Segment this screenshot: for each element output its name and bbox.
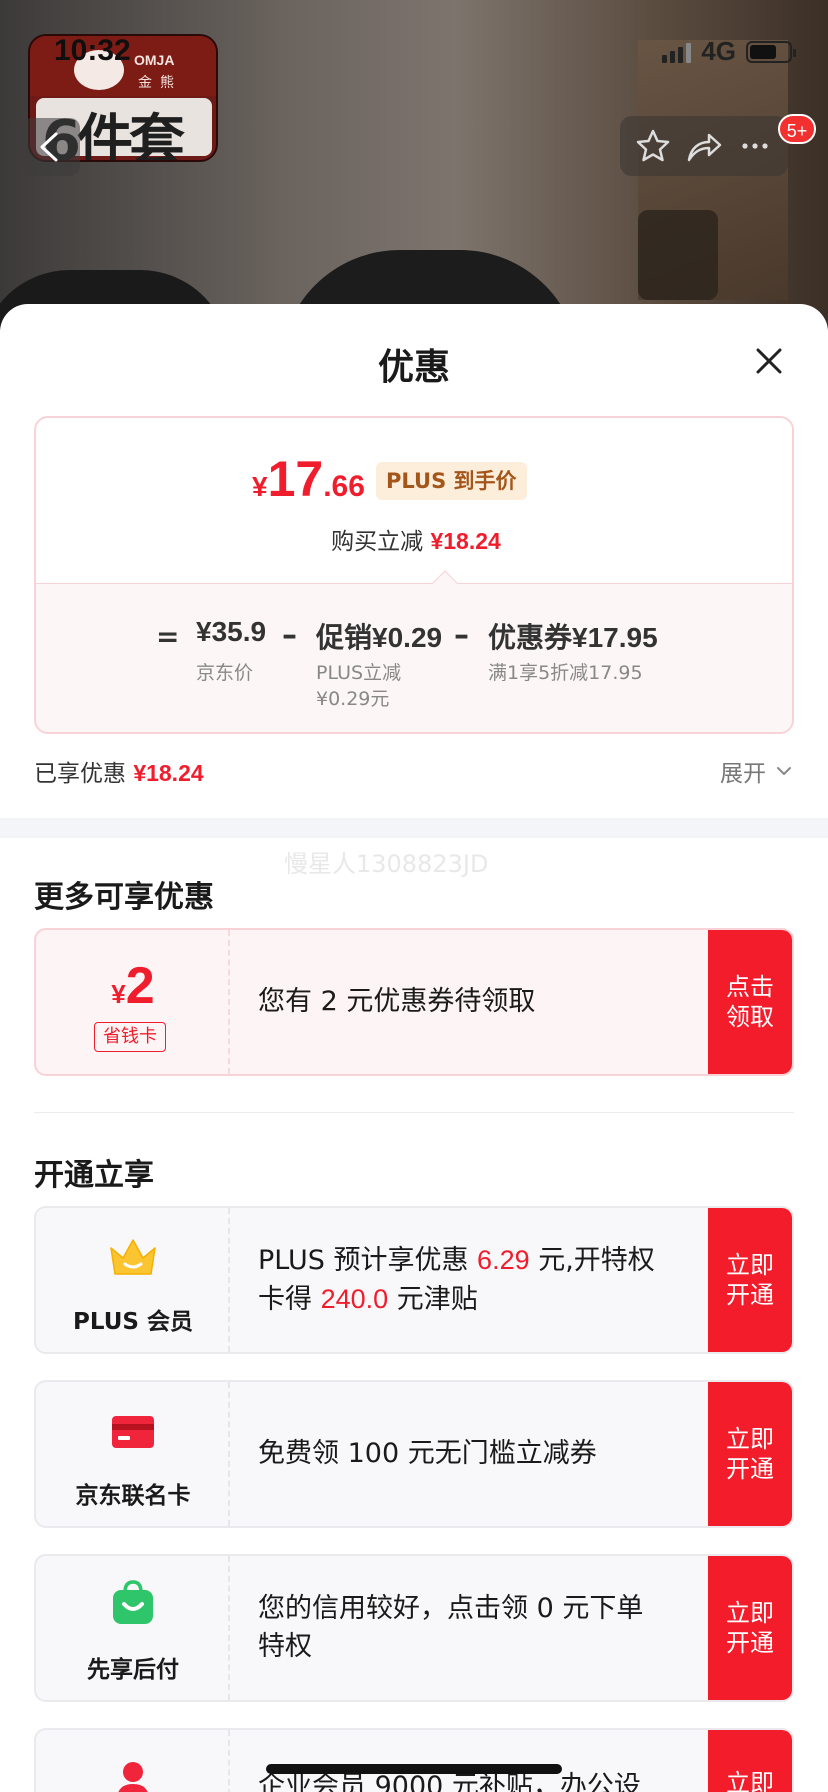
minus-sign-2: – [454, 618, 469, 653]
coupon-offer-card: ¥2 省钱卡 您有 2 元优惠券待领取 点击领取 [34, 928, 794, 1076]
open-enterprise-button[interactable]: 立即 [708, 1730, 792, 1792]
promo-caption: PLUS立减 ¥0.29元 [316, 660, 401, 712]
applied-label: 已享优惠 [34, 761, 126, 787]
pay-later-icon-wrap [36, 1578, 230, 1628]
battery-icon [746, 40, 796, 63]
section-divider [34, 1112, 794, 1113]
plus-discount-value: 6.29 [477, 1245, 530, 1275]
open-pay-later-button[interactable]: 立即开通 [708, 1556, 792, 1700]
discount-sheet: 优惠 ¥17.66 PLUS 到手价 购买立减 ¥18.24 = ¥35.9 京… [0, 304, 828, 1792]
plus-text-a: PLUS 预计享优惠 [258, 1245, 478, 1276]
share-button[interactable] [685, 128, 723, 164]
coupon-caption: 满1享5折减17.95 [488, 662, 643, 684]
price-currency: ¥ [252, 471, 268, 502]
brand-name-cn: 金熊 [138, 75, 182, 91]
promo-caption-line1: PLUS立减 [316, 662, 402, 684]
more-icon [742, 143, 768, 149]
price-formula: = ¥35.9 京东价 – 促销¥0.29 PLUS立减 ¥0.29元 – 优惠… [36, 583, 792, 732]
minus-sign: – [282, 618, 297, 653]
section-separator [0, 818, 828, 838]
jd-card-label: 京东联名卡 [75, 1483, 191, 1509]
jd-cobrand-card: 京东联名卡 免费领 100 元无门槛立减券 立即开通 [34, 1380, 794, 1528]
coupon-value: ¥2 [36, 956, 230, 1016]
price-decimal: .66 [323, 470, 365, 503]
coupon-number: 2 [125, 957, 155, 1015]
more-offers-title: 更多可享优惠 [34, 880, 214, 915]
coupon-deduction: 优惠券¥17.95 [488, 616, 658, 656]
applied-amount: ¥18.24 [133, 760, 204, 786]
close-button[interactable] [748, 340, 790, 382]
plus-icon-wrap [36, 1234, 230, 1282]
person-icon [118, 1762, 148, 1792]
reduce-label: 购买立减 [331, 529, 424, 555]
status-indicators: 4G [662, 36, 796, 67]
signal-icon [662, 41, 692, 63]
coupon-offer-text: 您有 2 元优惠券待领取 [258, 986, 536, 1017]
jd-price: ¥35.9 [196, 616, 267, 647]
coupon-currency: ¥ [111, 979, 126, 1009]
enterprise-member-card: 企业会员 9000 元补贴，办公设 立即 [34, 1728, 794, 1792]
crown-icon [110, 1239, 156, 1275]
coupon-amount: ¥17.95 [572, 622, 658, 653]
back-button[interactable] [22, 118, 80, 176]
open-section-title: 开通立享 [34, 1158, 154, 1193]
open-plus-button[interactable]: 立即开通 [708, 1208, 792, 1352]
expand-label: 展开 [720, 761, 766, 787]
star-icon [636, 129, 670, 162]
status-time: 10:32 [54, 34, 131, 67]
equals-sign: = [156, 620, 180, 653]
final-price-section: ¥17.66 PLUS 到手价 购买立减 ¥18.24 [36, 418, 792, 583]
promo-label: 促销 [316, 621, 373, 654]
saving-card-tag: 省钱卡 [94, 1022, 166, 1052]
enterprise-text: 企业会员 9000 元补贴，办公设 [258, 1771, 641, 1792]
promo-caption-line2: ¥0.29元 [316, 688, 390, 710]
reduce-amount: ¥18.24 [430, 528, 501, 554]
expand-toggle[interactable]: 展开 [720, 754, 794, 788]
favorite-button[interactable] [635, 128, 671, 164]
plus-member-label: PLUS 会员 [73, 1309, 193, 1335]
home-indicator[interactable] [266, 1764, 562, 1774]
plus-member-card: PLUS 会员 PLUS 预计享优惠 6.29 元,开特权卡得 240.0 元津… [34, 1206, 794, 1354]
message-count-badge: 5+ [778, 114, 816, 144]
enterprise-icon-wrap [36, 1760, 230, 1792]
pay-later-card: 先享后付 您的信用较好，点击领 0 元下单特权 立即开通 [34, 1554, 794, 1702]
back-arrow-icon [40, 132, 58, 162]
top-action-bar [620, 116, 788, 176]
plus-member-text: PLUS 预计享优惠 6.29 元,开特权卡得 240.0 元津贴 [258, 1208, 658, 1352]
price-integer: 17 [267, 451, 324, 507]
brand-name-en: OMJA [134, 52, 175, 68]
reduce-line: 购买立减 ¥18.24 [36, 522, 792, 556]
plus-allowance-value: 240.0 [320, 1284, 389, 1314]
pay-later-label: 先享后付 [87, 1657, 179, 1683]
promo-deduction: 促销¥0.29 [316, 616, 442, 656]
jd-card-text: 免费领 100 元无门槛立减券 [258, 1438, 597, 1469]
price-breakdown-card: ¥17.66 PLUS 到手价 购买立减 ¥18.24 = ¥35.9 京东价 … [34, 416, 794, 734]
close-icon [756, 348, 782, 374]
plus-text-c: 元津贴 [388, 1284, 478, 1315]
final-price: ¥17.66 [252, 450, 365, 508]
promo-amount: ¥0.29 [372, 622, 443, 653]
plus-price-tag: PLUS 到手价 [376, 462, 527, 500]
network-label: 4G [701, 36, 736, 66]
jd-card-icon-wrap [36, 1412, 230, 1452]
share-icon [687, 133, 722, 162]
pay-later-text: 您的信用较好，点击领 0 元下单特权 [258, 1593, 644, 1662]
claim-coupon-button[interactable]: 点击领取 [708, 930, 792, 1074]
more-button[interactable] [737, 128, 773, 164]
jd-price-caption: 京东价 [196, 662, 254, 684]
sheet-title: 优惠 [377, 347, 450, 388]
chevron-down-icon [777, 767, 791, 775]
coupon-label: 优惠券 [488, 621, 573, 654]
user-watermark: 慢星人1308823JD [284, 850, 489, 878]
applied-discount: 已享优惠 ¥18.24 [34, 754, 204, 788]
background-object [638, 210, 718, 300]
card-icon [112, 1416, 154, 1448]
open-jd-card-button[interactable]: 立即开通 [708, 1382, 792, 1526]
shopping-bag-icon [113, 1580, 153, 1624]
